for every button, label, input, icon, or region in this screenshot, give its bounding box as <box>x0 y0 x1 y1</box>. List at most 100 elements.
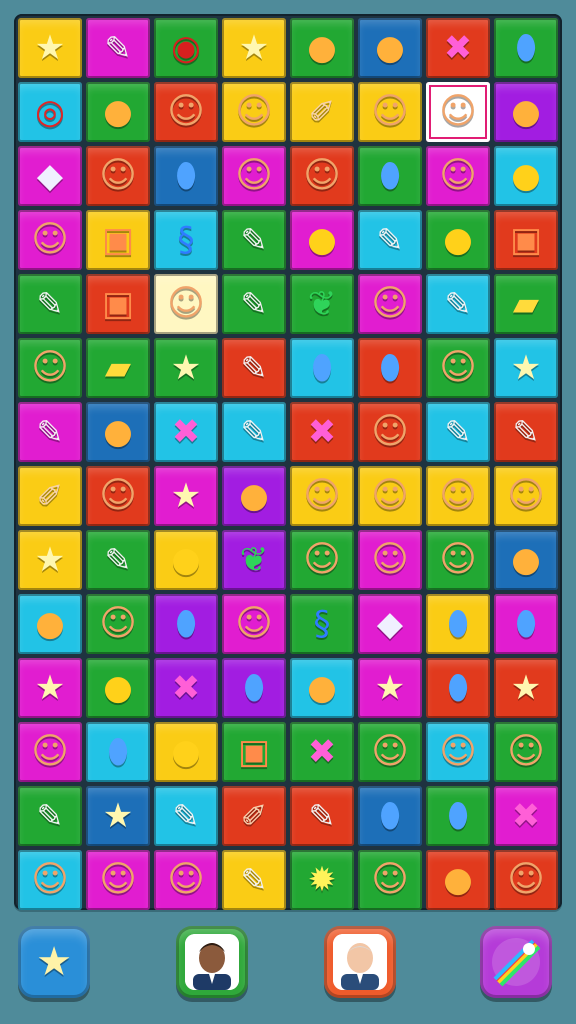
tile-r1-c3[interactable]: ◉ <box>154 18 218 78</box>
tile-r4-c1[interactable]: ☺ <box>18 210 82 270</box>
tile-r13-c4[interactable]: ✐ <box>222 786 286 846</box>
tile-r7-c3[interactable]: ✖ <box>154 402 218 462</box>
tile-r8-c8[interactable]: ☺ <box>494 466 558 526</box>
tile-r3-c4[interactable]: ☺ <box>222 146 286 206</box>
tile-r11-c5[interactable]: ● <box>290 658 354 718</box>
tile-r5-c5[interactable]: ❦ <box>290 274 354 334</box>
tile-r12-c5[interactable]: ✖ <box>290 722 354 782</box>
tile-r11-c3[interactable]: ✖ <box>154 658 218 718</box>
tile-r5-c8[interactable]: ▰ <box>494 274 558 334</box>
tile-r12-c7[interactable]: ☺ <box>426 722 490 782</box>
tile-r14-c6[interactable]: ☺ <box>358 850 422 910</box>
tile-r12-c1[interactable]: ☺ <box>18 722 82 782</box>
tile-r2-c7[interactable]: ☺ <box>426 82 490 142</box>
tile-r6-c3[interactable]: ★ <box>154 338 218 398</box>
tile-r8-c4[interactable]: ● <box>222 466 286 526</box>
tile-r5-c6[interactable]: ☺ <box>358 274 422 334</box>
tile-r10-c3[interactable]: ⬮ <box>154 594 218 654</box>
tile-r11-c6[interactable]: ★ <box>358 658 422 718</box>
tile-r14-c4[interactable]: ✎ <box>222 850 286 910</box>
tile-r10-c7[interactable]: ⬮ <box>426 594 490 654</box>
tile-r2-c4[interactable]: ☺ <box>222 82 286 142</box>
tile-r13-c2[interactable]: ★ <box>86 786 150 846</box>
tile-r10-c6[interactable]: ◆ <box>358 594 422 654</box>
tile-r13-c5[interactable]: ✎ <box>290 786 354 846</box>
tile-r1-c2[interactable]: ✎ <box>86 18 150 78</box>
tile-r2-c1[interactable]: ◎ <box>18 82 82 142</box>
tile-r4-c7[interactable]: ● <box>426 210 490 270</box>
tile-r7-c7[interactable]: ✎ <box>426 402 490 462</box>
rainbow-blast-button[interactable] <box>480 926 552 998</box>
tile-r10-c2[interactable]: ☺ <box>86 594 150 654</box>
tile-r2-c2[interactable]: ● <box>86 82 150 142</box>
tile-r8-c3[interactable]: ★ <box>154 466 218 526</box>
tile-r4-c6[interactable]: ✎ <box>358 210 422 270</box>
tile-r5-c1[interactable]: ✎ <box>18 274 82 334</box>
tile-r6-c5[interactable]: ⬮ <box>290 338 354 398</box>
tile-r14-c2[interactable]: ☺ <box>86 850 150 910</box>
tile-r6-c1[interactable]: ☺ <box>18 338 82 398</box>
tile-r6-c4[interactable]: ✎ <box>222 338 286 398</box>
tile-r11-c8[interactable]: ★ <box>494 658 558 718</box>
tile-r8-c5[interactable]: ☺ <box>290 466 354 526</box>
tile-r4-c3[interactable]: § <box>154 210 218 270</box>
tile-r14-c7[interactable]: ● <box>426 850 490 910</box>
tile-r2-c8[interactable]: ● <box>494 82 558 142</box>
tile-r8-c1[interactable]: ✐ <box>18 466 82 526</box>
tile-r10-c4[interactable]: ☺ <box>222 594 286 654</box>
tile-r13-c8[interactable]: ✖ <box>494 786 558 846</box>
tile-r14-c3[interactable]: ☺ <box>154 850 218 910</box>
tile-r9-c8[interactable]: ● <box>494 530 558 590</box>
tile-r14-c8[interactable]: ☺ <box>494 850 558 910</box>
tile-r7-c8[interactable]: ✎ <box>494 402 558 462</box>
tile-r1-c7[interactable]: ✖ <box>426 18 490 78</box>
tile-r6-c8[interactable]: ★ <box>494 338 558 398</box>
tile-r12-c8[interactable]: ☺ <box>494 722 558 782</box>
tile-r9-c2[interactable]: ✎ <box>86 530 150 590</box>
tile-r7-c2[interactable]: ● <box>86 402 150 462</box>
tile-r2-c3[interactable]: ☺ <box>154 82 218 142</box>
tile-r3-c7[interactable]: ☺ <box>426 146 490 206</box>
tile-r1-c4[interactable]: ★ <box>222 18 286 78</box>
tile-r3-c2[interactable]: ☺ <box>86 146 150 206</box>
tile-r4-c2[interactable]: ▣ <box>86 210 150 270</box>
tile-r13-c1[interactable]: ✎ <box>18 786 82 846</box>
tile-r3-c6[interactable]: ⬮ <box>358 146 422 206</box>
tile-r13-c7[interactable]: ⬮ <box>426 786 490 846</box>
tile-r8-c6[interactable]: ☺ <box>358 466 422 526</box>
tile-r7-c6[interactable]: ☺ <box>358 402 422 462</box>
tile-r9-c6[interactable]: ☺ <box>358 530 422 590</box>
tile-r14-c5[interactable]: ✹ <box>290 850 354 910</box>
tile-r10-c1[interactable]: ● <box>18 594 82 654</box>
tile-r9-c5[interactable]: ☺ <box>290 530 354 590</box>
star-booster-button[interactable]: ★ <box>18 926 90 998</box>
tile-r14-c1[interactable]: ☺ <box>18 850 82 910</box>
tile-r8-c2[interactable]: ☺ <box>86 466 150 526</box>
tile-r4-c4[interactable]: ✎ <box>222 210 286 270</box>
tile-r11-c7[interactable]: ⬮ <box>426 658 490 718</box>
tile-r12-c6[interactable]: ☺ <box>358 722 422 782</box>
tile-r9-c1[interactable]: ★ <box>18 530 82 590</box>
tile-r8-c7[interactable]: ☺ <box>426 466 490 526</box>
character-portrait-button-1[interactable] <box>176 926 248 998</box>
tile-r11-c4[interactable]: ⬮ <box>222 658 286 718</box>
tile-r12-c3[interactable]: ● <box>154 722 218 782</box>
tile-r5-c2[interactable]: ▣ <box>86 274 150 334</box>
tile-r1-c5[interactable]: ● <box>290 18 354 78</box>
tile-r10-c5[interactable]: § <box>290 594 354 654</box>
tile-r4-c5[interactable]: ● <box>290 210 354 270</box>
tile-r1-c6[interactable]: ● <box>358 18 422 78</box>
tile-r10-c8[interactable]: ⬮ <box>494 594 558 654</box>
tile-r7-c4[interactable]: ✎ <box>222 402 286 462</box>
tile-r1-c1[interactable]: ★ <box>18 18 82 78</box>
tile-r5-c4[interactable]: ✎ <box>222 274 286 334</box>
tile-r6-c2[interactable]: ▰ <box>86 338 150 398</box>
tile-r13-c3[interactable]: ✎ <box>154 786 218 846</box>
tile-r7-c5[interactable]: ✖ <box>290 402 354 462</box>
tile-r13-c6[interactable]: ⬮ <box>358 786 422 846</box>
tile-r3-c8[interactable]: ● <box>494 146 558 206</box>
tile-r9-c7[interactable]: ☺ <box>426 530 490 590</box>
tile-r11-c1[interactable]: ★ <box>18 658 82 718</box>
tile-r2-c5[interactable]: ✐ <box>290 82 354 142</box>
tile-r3-c1[interactable]: ◆ <box>18 146 82 206</box>
